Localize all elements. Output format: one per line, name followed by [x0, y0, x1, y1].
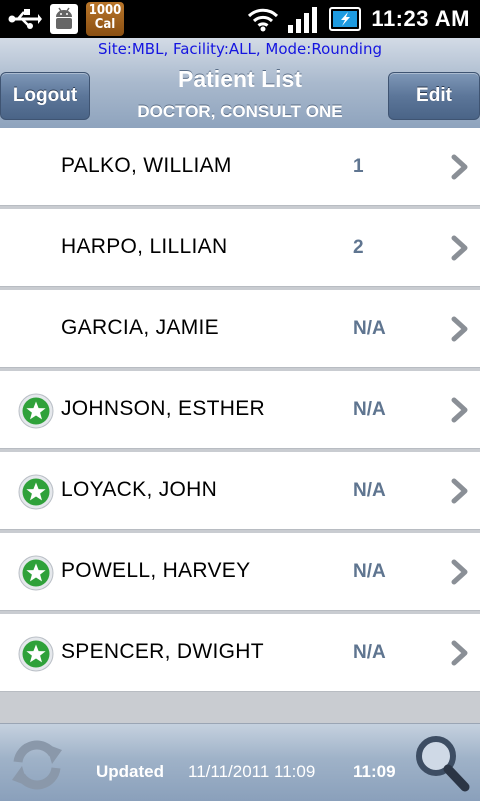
patient-row[interactable]: SPENCER, DWIGHT N/A [0, 614, 480, 692]
chevron-right-icon[interactable] [450, 235, 470, 261]
updated-timestamp: 11/11/2011 11:09 [188, 762, 316, 781]
chevron-right-icon[interactable] [450, 559, 470, 585]
patient-bed: N/A [353, 480, 386, 501]
chevron-right-icon[interactable] [450, 478, 470, 504]
signal-icon [288, 7, 318, 33]
star-icon [18, 555, 54, 591]
site-info: Site:MBL, Facility:ALL, Mode:Rounding [98, 40, 382, 58]
status-clock: 11:23 AM [371, 6, 470, 31]
footer-bar: Updated 11/11/2011 11:09 11:09 [0, 723, 480, 801]
patient-row[interactable]: LOYACK, JOHN N/A [0, 452, 480, 530]
chevron-right-icon[interactable] [450, 397, 470, 423]
patient-row[interactable]: HARPO, LILLIAN 2 [0, 209, 480, 287]
battery-charging-icon [329, 7, 362, 31]
star-icon [18, 393, 54, 429]
patient-list: PALKO, WILLIAM 1 HARPO, LILLIAN 2 GARCIA… [0, 128, 480, 695]
patient-row[interactable]: JOHNSON, ESTHER N/A [0, 371, 480, 449]
patient-name: PALKO, WILLIAM [61, 154, 232, 177]
calorie-value: 1000 [88, 3, 122, 18]
patient-bed: N/A [353, 642, 386, 663]
patient-name: POWELL, HARVEY [61, 559, 251, 582]
refresh-icon[interactable] [8, 736, 66, 794]
edit-button[interactable]: Edit [388, 72, 480, 120]
patient-bed: N/A [353, 561, 386, 582]
patient-bed: N/A [353, 399, 386, 420]
patient-name: GARCIA, JAMIE [61, 316, 219, 339]
patient-name: JOHNSON, ESTHER [61, 397, 266, 420]
patient-name: LOYACK, JOHN [61, 478, 218, 501]
updated-label: Updated [96, 762, 164, 781]
patient-name: HARPO, LILLIAN [61, 235, 228, 258]
patient-bed: 2 [353, 237, 364, 258]
logout-button[interactable]: Logout [0, 72, 90, 120]
status-bar: 1000 Cal 11:23 AM [0, 0, 480, 38]
usb-icon [8, 9, 42, 29]
header-bar: Site:MBL, Facility:ALL, Mode:Rounding Pa… [0, 38, 480, 128]
chevron-right-icon[interactable] [450, 316, 470, 342]
patient-row[interactable]: GARCIA, JAMIE N/A [0, 290, 480, 368]
patient-bed: 1 [353, 156, 364, 177]
star-icon [18, 474, 54, 510]
star-icon [18, 636, 54, 672]
calorie-unit: Cal [94, 17, 116, 32]
patient-bed: N/A [353, 318, 386, 339]
calorie-app-icon: 1000 Cal [86, 2, 124, 36]
chevron-right-icon[interactable] [450, 640, 470, 666]
patient-row[interactable]: PALKO, WILLIAM 1 [0, 128, 480, 206]
search-icon[interactable] [412, 732, 472, 794]
android-debug-icon [50, 4, 78, 34]
patient-name: SPENCER, DWIGHT [61, 640, 264, 663]
footer-time: 11:09 [353, 762, 396, 781]
chevron-right-icon[interactable] [450, 154, 470, 180]
wifi-icon [248, 8, 279, 32]
patient-row[interactable]: POWELL, HARVEY N/A [0, 533, 480, 611]
